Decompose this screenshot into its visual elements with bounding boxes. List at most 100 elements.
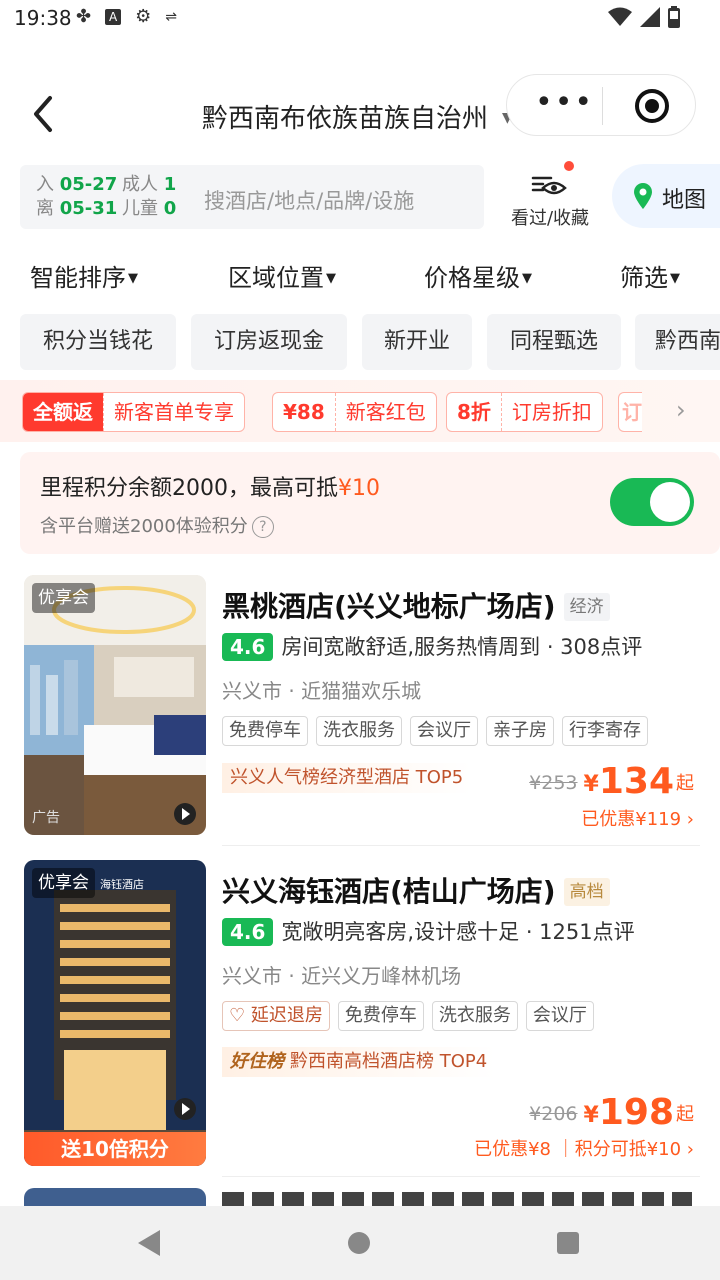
date-range[interactable]: 入 05-27 离 05-31 [36,173,117,221]
points-card: 里程积分余额2000，最高可抵¥10 含平台赠送2000体验积分? [20,452,720,554]
member-badge: 优享会 [32,868,95,898]
score-badge: 4.6 [222,633,274,661]
facility-list: ♡ 延迟退房 免费停车 洗衣服务 会议厅 [222,1001,594,1031]
points-balance-text: 里程积分余额2000，最高可抵 [40,476,338,501]
map-button[interactable]: 地图 [612,164,720,228]
search-input[interactable]: 搜酒店/地点/品牌/设施 [204,185,414,215]
facility-tag: 亲子房 [486,716,554,746]
caret-down-icon: ▼ [522,271,532,286]
guest-count[interactable]: 成人 1 儿童 0 [122,173,176,221]
sort-tab-price[interactable]: 价格星级 ▼ [424,258,532,293]
facility-tag: 会议厅 [410,716,478,746]
help-icon[interactable]: ? [251,516,274,538]
caret-down-icon: ▼ [670,271,680,286]
points-note-text: 含平台赠送2000体验积分 [40,516,248,537]
facility-tag: 免费停车 [337,1001,424,1031]
points-max-deduction: ¥10 [338,476,380,501]
puzzle-icon: ✤ [76,6,92,27]
chevron-left-icon[interactable] [28,94,62,134]
review-count: · 1251点评 [525,920,635,944]
nav-home-icon[interactable] [348,1232,370,1254]
hotel-name: 兴义海钰酒店(桔山广场店) 高档 [222,870,610,910]
facility-tag: 免费停车 [222,716,308,746]
sort-tab-label: 区域位置 [228,264,324,292]
facility-tag: ♡ 延迟退房 [222,1001,330,1031]
sort-tab-smart[interactable]: 智能排序 ▼ [30,258,138,293]
quick-chip[interactable]: 积分当钱花 [20,314,176,370]
promo-strip: 全额返 新客首单专享 ¥88 新客红包 8折 订房折扣 订 › [0,380,720,442]
nav-back-icon[interactable] [138,1230,160,1256]
caret-down-icon: ▼ [128,271,138,286]
hotel-rating: 4.6 房间宽敞舒适,服务热情周到 · 308点评 [222,631,642,661]
quick-chip[interactable]: 同程甄选 [487,314,621,370]
more-dots-icon[interactable]: ••• [535,88,594,118]
discount-info[interactable]: 已优惠¥8 ｜积分可抵¥10 › [474,1135,694,1161]
promo-tag[interactable]: 全额返 新客首单专享 [22,392,245,432]
status-bar: 19:38 ✤ A ⚙ ⇌ [0,0,720,36]
hotel-grade-badge: 经济 [563,593,610,621]
check-in-label: 入 [36,174,54,195]
heart-icon: ♡ [229,1005,246,1026]
hotel-building-image [24,860,206,1166]
score-badge: 4.6 [222,918,274,946]
wifi-icon [608,7,632,26]
hotel-card[interactable]: 优享会 广告 黑桃酒店(兴义地标广场店) 经济 4.6 房间宽敞舒适,服务热情周到 … [0,575,720,846]
currency-symbol: ¥ [583,772,599,797]
check-out-label: 离 [36,198,54,219]
quick-chip[interactable]: 订房返现金 [191,314,347,370]
hotel-location: 兴义市 · 近猫猫欢乐城 [222,679,422,703]
city-title[interactable]: 黔西南布依族苗族自治州 [202,98,488,135]
children-count: 0 [163,198,177,219]
hotel-name-text: 兴义海钰酒店(桔山广场店) [222,875,556,908]
promo-tag[interactable]: 8折 订房折扣 [446,392,603,432]
promo-tag-key: 8折 [457,400,491,424]
facility-tag: 会议厅 [525,1001,594,1031]
viewed-label: 看过/收藏 [510,208,590,229]
original-price: ¥206 [529,1103,578,1125]
price-suffix: 起 [676,1104,694,1125]
target-icon[interactable] [635,89,669,123]
promo-tag[interactable]: 订 [618,392,642,432]
promo-tag-text: 新客红包 [334,393,436,431]
price-suffix: 起 [676,773,694,794]
points-note: 含平台赠送2000体验积分? [40,512,274,538]
price-row: ¥206 ¥198 起 [529,1092,694,1133]
points-toggle[interactable] [610,478,694,526]
chevron-right-icon[interactable]: › [676,396,686,424]
status-time: 19:38 [14,6,72,30]
hotel-card[interactable]: 优享会 海钰酒店 送10倍积分 兴义海钰酒店(桔山广场店) 高档 4.6 宽敞明亮客… [0,860,720,1177]
play-icon[interactable] [174,803,196,825]
nav-recents-icon[interactable] [557,1232,579,1254]
current-price: 134 [598,761,674,802]
caret-down-icon: ▼ [326,271,336,286]
promo-tag[interactable]: ¥88 新客红包 [272,392,437,432]
ranking-badge[interactable]: 好住榜 黔西南高档酒店榜 TOP4 [222,1047,496,1077]
next-hotel-photo-peek[interactable] [24,1188,206,1206]
map-pin-icon [634,183,652,209]
hotel-grade-badge: 高档 [563,878,610,906]
ranking-text: 黔西南高档酒店榜 TOP4 [290,1051,488,1072]
play-icon[interactable] [174,1098,196,1120]
promo-tag-key: 全额返 [23,393,103,431]
capsule-divider [602,87,603,125]
notification-dot [564,161,574,171]
facility-tag-text: 延迟退房 [250,1005,323,1026]
search-bar[interactable]: 入 05-27 离 05-31 成人 1 儿童 0 搜酒店/地点/品牌/设施 [20,165,484,229]
quick-chip[interactable]: 新开业 [362,314,472,370]
review-count: · 308点评 [546,635,643,659]
ranking-badge[interactable]: 兴义人气榜经济型酒店 TOP5 [222,763,472,793]
hotel-photo[interactable]: 优享会 广告 [24,575,206,835]
facility-list: 免费停车 洗衣服务 会议厅 亲子房 行李寄存 [222,716,648,746]
quick-chip[interactable]: 黔西南 [635,314,720,370]
check-out-date: 05-31 [59,198,118,219]
hotel-photo[interactable]: 优享会 海钰酒店 送10倍积分 [24,860,206,1166]
sort-tab-label: 筛选 [620,264,668,292]
card-divider [222,845,700,846]
discount-info[interactable]: 已优惠¥119 › [581,805,694,831]
viewed-favorites-button[interactable]: 看过/收藏 [505,161,595,229]
facility-tag: 洗衣服务 [316,716,402,746]
sort-tab-area[interactable]: 区域位置 ▼ [228,258,336,293]
bonus-banner: 送10倍积分 [24,1132,206,1166]
promo-tag-key: 订 [622,400,642,424]
sort-tab-filter[interactable]: 筛选 ▼ [620,258,680,293]
